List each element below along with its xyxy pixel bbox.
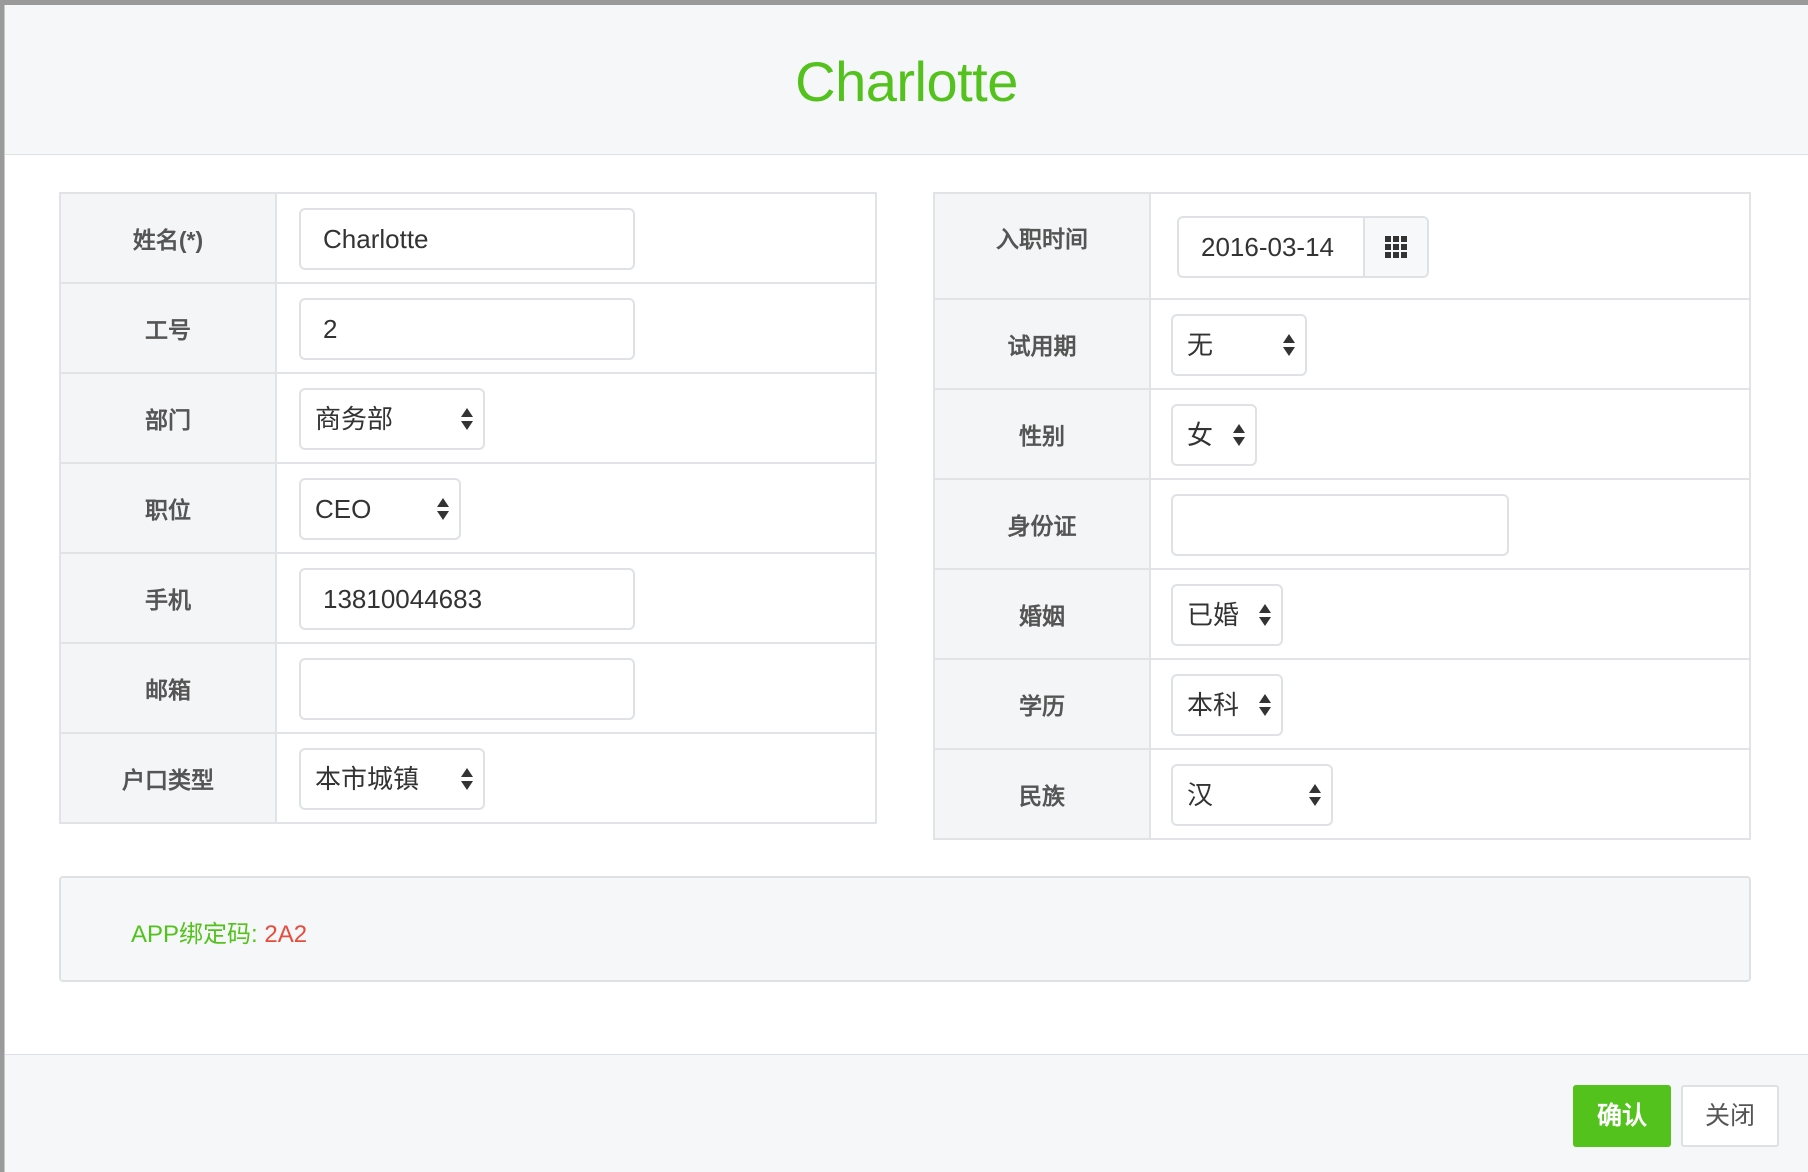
select-arrows-icon <box>437 496 449 524</box>
right-form-table: 入职时间 2016-03-14 试用期 无 性别 女 身份证 婚姻 已婚 学历 … <box>933 192 1751 840</box>
education-value: 本科 <box>1187 690 1240 720</box>
gender-select[interactable]: 女 <box>1171 404 1257 466</box>
hire-date-label: 入职时间 <box>933 192 1151 300</box>
name-label: 姓名(*) <box>59 192 277 284</box>
app-binding-text: APP绑定码: 2A2 <box>131 914 307 949</box>
position-select[interactable]: CEO <box>299 478 461 540</box>
app-binding-label: APP绑定码: <box>131 921 265 948</box>
hukou-type-label: 户口类型 <box>59 732 277 824</box>
marital-label: 婚姻 <box>933 568 1151 660</box>
calendar-grid-icon <box>1385 236 1407 258</box>
marital-value: 已婚 <box>1187 600 1240 630</box>
marital-cell: 已婚 <box>1149 568 1751 660</box>
position-value: CEO <box>315 494 372 524</box>
education-label: 学历 <box>933 658 1151 750</box>
mobile-cell: 13810044683 <box>275 552 877 644</box>
position-cell: CEO <box>275 462 877 554</box>
confirm-button[interactable]: 确认 <box>1573 1085 1671 1147</box>
hire-date-value: 2016-03-14 <box>1201 232 1334 262</box>
employee-id-input[interactable]: 2 <box>299 298 635 360</box>
mobile-label: 手机 <box>59 552 277 644</box>
probation-value: 无 <box>1187 330 1214 360</box>
app-binding-code: 2A2 <box>264 921 308 948</box>
name-input[interactable]: Charlotte <box>299 208 635 270</box>
select-arrows-icon <box>1283 332 1295 360</box>
modal-title: Charlotte <box>795 50 1018 113</box>
hire-date-cell: 2016-03-14 <box>1149 192 1751 300</box>
gender-value: 女 <box>1187 420 1214 450</box>
probation-cell: 无 <box>1149 298 1751 390</box>
probation-label: 试用期 <box>933 298 1151 390</box>
ethnicity-cell: 汉 <box>1149 748 1751 840</box>
select-arrows-icon <box>461 766 473 794</box>
name-cell: Charlotte <box>275 192 877 284</box>
education-select[interactable]: 本科 <box>1171 674 1283 736</box>
select-arrows-icon <box>1259 602 1271 630</box>
gender-cell: 女 <box>1149 388 1751 480</box>
ethnicity-select[interactable]: 汉 <box>1171 764 1333 826</box>
email-cell <box>275 642 877 734</box>
ethnicity-value: 汉 <box>1187 780 1214 810</box>
marital-select[interactable]: 已婚 <box>1171 584 1283 646</box>
select-arrows-icon <box>461 406 473 434</box>
department-cell: 商务部 <box>275 372 877 464</box>
modal-header: Charlotte <box>5 5 1808 155</box>
department-value: 商务部 <box>315 404 394 434</box>
gender-label: 性别 <box>933 388 1151 480</box>
education-cell: 本科 <box>1149 658 1751 750</box>
mobile-input[interactable]: 13810044683 <box>299 568 635 630</box>
department-select[interactable]: 商务部 <box>299 388 485 450</box>
close-button[interactable]: 关闭 <box>1681 1085 1779 1147</box>
hire-date-picker[interactable]: 2016-03-14 <box>1177 216 1429 278</box>
select-arrows-icon <box>1309 782 1321 810</box>
calendar-button[interactable] <box>1363 218 1427 276</box>
id-card-label: 身份证 <box>933 478 1151 570</box>
modal-footer: 确认 关闭 <box>5 1054 1808 1172</box>
hukou-type-value: 本市城镇 <box>315 764 420 794</box>
left-form-table: 姓名(*) Charlotte 工号 2 部门 商务部 职位 CEO 手机 13… <box>59 192 877 824</box>
employee-modal: Charlotte 姓名(*) Charlotte 工号 2 部门 商务部 职位… <box>4 5 1808 1172</box>
select-arrows-icon <box>1233 422 1245 450</box>
app-binding-panel: APP绑定码: 2A2 <box>59 876 1751 982</box>
employee-id-cell: 2 <box>275 282 877 374</box>
position-label: 职位 <box>59 462 277 554</box>
department-label: 部门 <box>59 372 277 464</box>
hukou-type-select[interactable]: 本市城镇 <box>299 748 485 810</box>
id-card-input[interactable] <box>1171 494 1509 556</box>
probation-select[interactable]: 无 <box>1171 314 1307 376</box>
ethnicity-label: 民族 <box>933 748 1151 840</box>
email-input[interactable] <box>299 658 635 720</box>
email-label: 邮箱 <box>59 642 277 734</box>
hukou-type-cell: 本市城镇 <box>275 732 877 824</box>
select-arrows-icon <box>1259 692 1271 720</box>
id-card-cell <box>1149 478 1751 570</box>
employee-id-label: 工号 <box>59 282 277 374</box>
